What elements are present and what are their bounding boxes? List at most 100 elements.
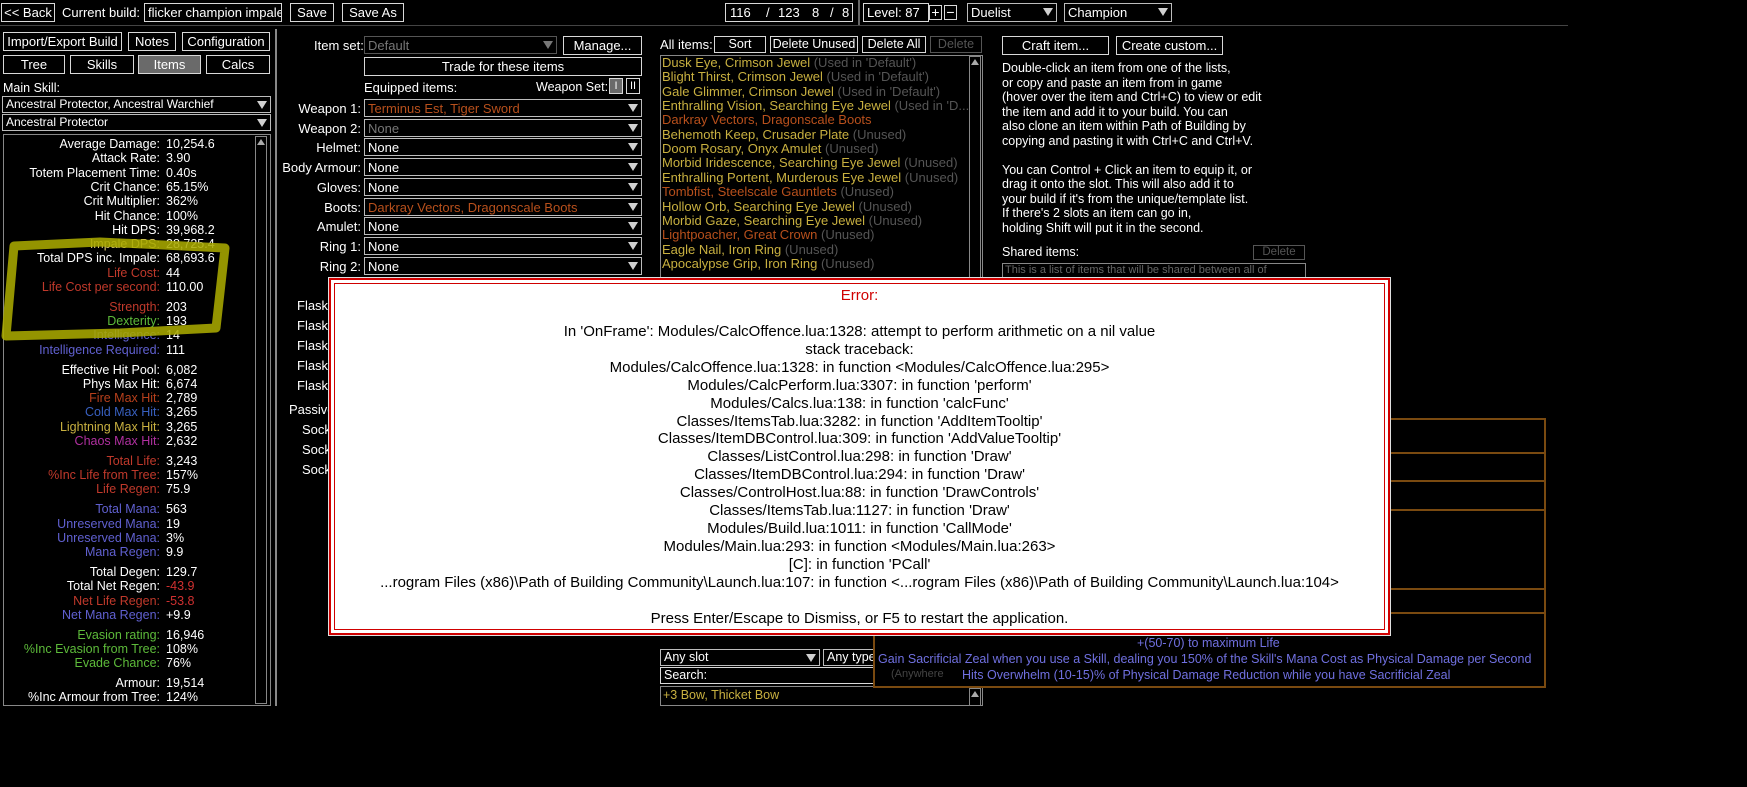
list-item[interactable]: Morbid Iridescence, Searching Eye Jewel … xyxy=(662,156,958,170)
stat-label: Totem Placement Time: xyxy=(29,165,160,180)
tab-items[interactable]: Items xyxy=(138,55,201,74)
stat-label: %Inc Armour from Tree: xyxy=(28,690,160,705)
ascendancy-dropdown[interactable]: Champion xyxy=(1064,3,1172,22)
slot-dropdown[interactable]: None xyxy=(364,118,642,137)
chevron-down-icon xyxy=(628,123,638,132)
list-item[interactable]: Morbid Gaze, Searching Eye Jewel (Unused… xyxy=(662,213,922,228)
configuration-button[interactable]: Configuration xyxy=(182,32,270,51)
search-label: Search: xyxy=(664,668,708,682)
slot-dropdown[interactable]: None xyxy=(364,177,642,196)
chevron-down-icon xyxy=(257,119,267,127)
error-line: Classes/ItemDBControl.lua:309: in functi… xyxy=(657,430,1062,448)
shared-delete-button[interactable]: Delete xyxy=(1253,245,1305,260)
list-item[interactable]: Doom Rosary, Onyx Amulet (Unused) xyxy=(662,142,879,156)
list-item[interactable]: Behemoth Keep, Crusader Plate (Unused) xyxy=(662,127,906,142)
socket-3-label: Sock xyxy=(302,462,331,477)
import-export-button[interactable]: Import/Export Build xyxy=(3,32,122,51)
list-item[interactable]: Lightpoacher, Great Crown (Unused) xyxy=(662,228,874,242)
delete-button[interactable]: Delete xyxy=(930,36,982,53)
save-button[interactable]: Save xyxy=(290,3,334,22)
back-button[interactable]: << Back xyxy=(1,3,55,22)
item-set-value: Default xyxy=(368,38,410,53)
trade-button[interactable]: Trade for these items xyxy=(364,57,642,76)
slot-dropdown[interactable]: Terminus Est, Tiger Sword xyxy=(364,99,642,117)
save-as-button[interactable]: Save As xyxy=(342,3,404,22)
list-item[interactable]: Enthralling Vision, Searching Eye Jewel … xyxy=(662,99,969,113)
item-usage: (Unused) xyxy=(817,255,875,271)
stat-value: 3,265 xyxy=(166,419,198,434)
chevron-down-icon xyxy=(628,163,638,172)
slot-dropdown[interactable]: None xyxy=(364,256,642,275)
craft-item-button[interactable]: Craft item... xyxy=(1002,36,1109,55)
socket-2-label: Sock xyxy=(302,442,331,457)
slot-dropdown[interactable]: None xyxy=(364,236,642,255)
error-line: Modules/Calcs.lua:138: in function 'calc… xyxy=(710,394,1009,412)
topbar-splitter xyxy=(858,0,860,25)
stat-value: 3% xyxy=(166,530,185,545)
stat-label: Unreserved Mana: xyxy=(57,530,160,545)
slot-filter-dropdown[interactable]: Any slot xyxy=(660,649,820,666)
list-item[interactable]: Hollow Orb, Searching Eye Jewel (Unused) xyxy=(662,199,912,214)
list-item[interactable]: Blight Thirst, Crimson Jewel (Used in 'D… xyxy=(662,70,929,84)
list-item[interactable]: Eagle Nail, Iron Ring (Unused) xyxy=(662,242,838,257)
slot-label: Amulet: xyxy=(316,219,361,235)
weapon-set-1-button[interactable]: I xyxy=(609,78,623,94)
list-item[interactable]: Gale Glimmer, Crimson Jewel (Used in 'De… xyxy=(662,83,940,99)
items-scrollbar[interactable] xyxy=(969,56,981,278)
tab-calcs[interactable]: Calcs xyxy=(206,55,270,74)
scroll-up-icon xyxy=(971,59,979,65)
list-item[interactable]: Enthralling Portent, Murderous Eye Jewel… xyxy=(662,169,959,185)
sort-button[interactable]: Sort xyxy=(714,36,766,53)
item-db-scrollbar[interactable] xyxy=(969,688,981,706)
item-db-entry[interactable]: +3 Bow, Thicket Bow xyxy=(663,688,779,702)
slot-label: Weapon 1: xyxy=(298,101,361,116)
list-item[interactable]: Darkray Vectors, Dragonscale Boots xyxy=(662,113,872,127)
error-title: Error: xyxy=(840,287,879,304)
delete-unused-button[interactable]: Delete Unused xyxy=(770,36,858,53)
tab-skills[interactable]: Skills xyxy=(70,55,134,74)
help-line: also clone an item within Path of Buildi… xyxy=(1002,119,1246,133)
create-custom-button[interactable]: Create custom... xyxy=(1116,36,1223,55)
item-name: Blight Thirst, Crimson Jewel xyxy=(662,69,823,85)
build-name-input[interactable]: flicker champion impale xyxy=(144,3,282,22)
slot-dropdown[interactable]: None xyxy=(364,217,642,236)
search-input[interactable]: Search: xyxy=(660,667,875,684)
sub-skill-dropdown[interactable]: Ancestral Protector xyxy=(2,114,271,131)
slot-dropdown[interactable]: None xyxy=(364,158,642,177)
error-dialog[interactable]: Error: In 'OnFrame': Modules/CalcOffence… xyxy=(328,277,1391,636)
item-set-dropdown[interactable]: Default xyxy=(364,36,557,54)
notes-button[interactable]: Notes xyxy=(128,32,176,51)
slot-value: Terminus Est, Tiger Sword xyxy=(368,101,520,116)
list-item[interactable]: Dusk Eye, Crimson Jewel (Used in 'Defaul… xyxy=(662,56,916,70)
weapon-set-2-button[interactable]: II xyxy=(626,78,640,94)
passive-label: Passive xyxy=(289,402,335,417)
item-name: Gale Glimmer, Crimson Jewel xyxy=(662,83,834,99)
shared-items-list[interactable]: This is a list of items that will be sha… xyxy=(1002,263,1306,278)
delete-all-button[interactable]: Delete All xyxy=(862,36,926,53)
slot-value: None xyxy=(368,258,400,274)
chevron-down-icon xyxy=(257,101,267,109)
level-input[interactable]: Level: 87 xyxy=(863,3,929,22)
slot-dropdown[interactable]: None xyxy=(364,138,642,157)
type-filter-dropdown[interactable]: Any type xyxy=(823,649,875,666)
chevron-down-icon xyxy=(1043,8,1053,16)
item-usage: (Unused) xyxy=(900,155,958,171)
shared-items-label: Shared items: xyxy=(1002,245,1080,259)
stats-scrollbar[interactable] xyxy=(255,136,267,704)
main-skill-dropdown[interactable]: Ancestral Protector, Ancestral Warchief xyxy=(2,96,271,113)
level-plus-button[interactable]: + xyxy=(929,5,942,20)
shared-items-placeholder: This is a list of items that will be sha… xyxy=(1005,264,1267,276)
tooltip-anywhere: (Anywhere xyxy=(891,668,944,680)
tab-tree[interactable]: Tree xyxy=(3,55,65,74)
slot-dropdown[interactable]: Darkray Vectors, Dragonscale Boots xyxy=(364,197,642,216)
slot-value: None xyxy=(368,238,400,254)
level-minus-button[interactable]: − xyxy=(944,5,957,20)
list-item[interactable]: Tombfist, Steelscale Gauntlets (Unused) xyxy=(662,185,894,199)
chevron-down-icon xyxy=(806,654,816,662)
item-usage: (Unused) xyxy=(901,169,959,185)
manage-button[interactable]: Manage... xyxy=(563,36,642,55)
stat-value: 0.40s xyxy=(166,165,197,180)
class-dropdown[interactable]: Duelist xyxy=(967,3,1057,22)
stat-label: Life Regen: xyxy=(96,482,160,497)
list-item[interactable]: Apocalypse Grip, Iron Ring (Unused) xyxy=(662,255,875,271)
